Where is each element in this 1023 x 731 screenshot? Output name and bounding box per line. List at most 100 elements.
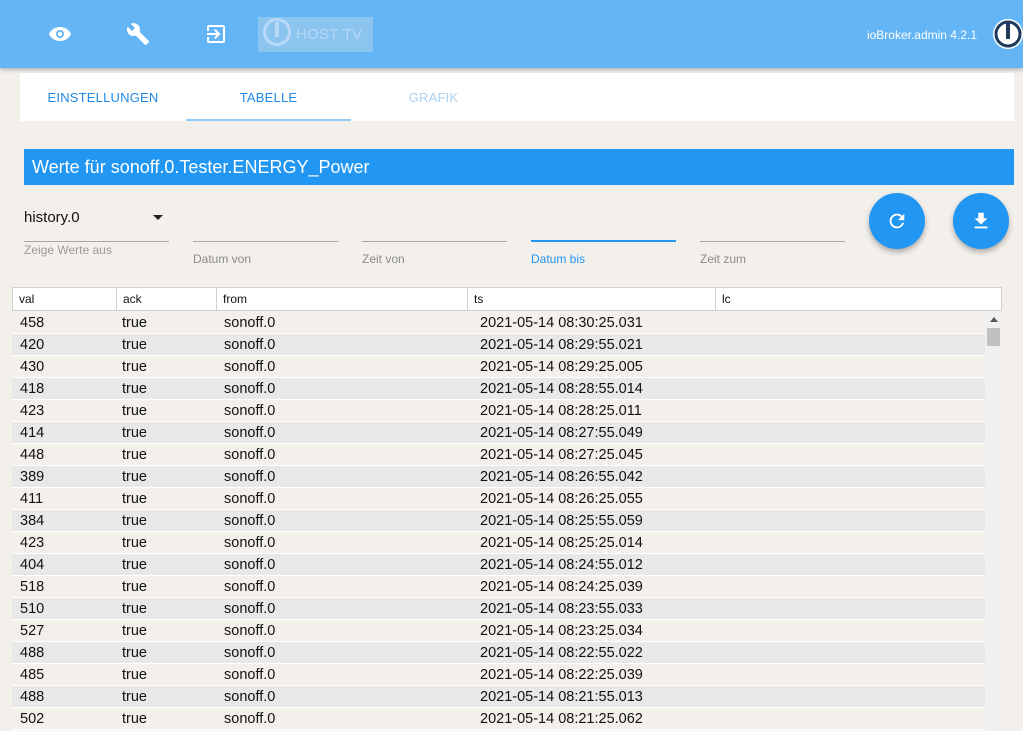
cell-from: sonoff.0 <box>224 535 276 551</box>
cell-ack: true <box>122 579 147 595</box>
table-row[interactable]: 502 true sonoff.0 2021-05-14 08:21:25.062 <box>12 708 985 730</box>
time-to-label: Zeit zum <box>700 252 747 266</box>
time-to-field[interactable] <box>700 200 845 242</box>
cell-ack: true <box>122 535 147 551</box>
version-label: ioBroker.admin 4.2.1 <box>866 28 977 42</box>
cell-from: sonoff.0 <box>224 491 276 507</box>
column-header-lc[interactable]: lc <box>716 288 1001 310</box>
table-row[interactable]: 488 true sonoff.0 2021-05-14 08:21:55.013 <box>12 686 985 708</box>
cell-lc <box>715 664 985 685</box>
host-label: HOST TV <box>296 26 363 43</box>
table-row[interactable]: 485 true sonoff.0 2021-05-14 08:22:25.039 <box>12 664 985 686</box>
table-row[interactable]: 488 true sonoff.0 2021-05-14 08:22:55.022 <box>12 642 985 664</box>
wrench-icon[interactable] <box>121 17 155 51</box>
tab-graph[interactable]: GRAFIK <box>351 73 516 121</box>
cell-from: sonoff.0 <box>224 359 276 375</box>
cell-lc <box>715 422 985 443</box>
date-from-field[interactable] <box>193 200 338 242</box>
table-row[interactable]: 510 true sonoff.0 2021-05-14 08:23:55.033 <box>12 598 985 620</box>
cell-val: 420 <box>20 337 45 353</box>
table-header: val ack from ts lc <box>12 287 1002 311</box>
cell-ts: 2021-05-14 08:25:25.014 <box>480 535 643 551</box>
cell-from: sonoff.0 <box>224 315 276 331</box>
cell-ts: 2021-05-14 08:22:55.022 <box>480 645 643 661</box>
cell-lc <box>715 532 985 553</box>
scroll-up-icon[interactable] <box>990 317 998 322</box>
column-header-ack[interactable]: ack <box>117 288 217 310</box>
tab-settings[interactable]: EINSTELLUNGEN <box>20 73 186 121</box>
cell-ts: 2021-05-14 08:27:25.045 <box>480 447 643 463</box>
table-scrollbar[interactable] <box>985 312 1002 731</box>
cell-ack: true <box>122 315 147 331</box>
cell-lc <box>715 400 985 421</box>
tab-bar: EINSTELLUNGEN TABELLE GRAFIK <box>20 73 1014 121</box>
cell-lc <box>715 488 985 509</box>
cell-from: sonoff.0 <box>224 711 276 727</box>
column-header-from[interactable]: from <box>217 288 468 310</box>
table-row[interactable]: 458 true sonoff.0 2021-05-14 08:30:25.031 <box>12 312 985 334</box>
instance-select-label: Zeige Werte aus <box>24 243 112 257</box>
cell-from: sonoff.0 <box>224 403 276 419</box>
refresh-button[interactable] <box>869 193 925 249</box>
cell-from: sonoff.0 <box>224 381 276 397</box>
cell-ts: 2021-05-14 08:24:25.039 <box>480 579 643 595</box>
table-row[interactable]: 389 true sonoff.0 2021-05-14 08:26:55.042 <box>12 466 985 488</box>
instance-select[interactable]: history.0 <box>24 206 169 242</box>
host-selector-button[interactable]: HOST TV <box>258 17 373 52</box>
time-from-field[interactable] <box>362 200 507 242</box>
cell-from: sonoff.0 <box>224 425 276 441</box>
cell-from: sonoff.0 <box>224 557 276 573</box>
cell-ts: 2021-05-14 08:25:55.059 <box>480 513 643 529</box>
cell-ts: 2021-05-14 08:28:55.014 <box>480 381 643 397</box>
download-button[interactable] <box>953 193 1009 249</box>
table-row[interactable]: 423 true sonoff.0 2021-05-14 08:25:25.014 <box>12 532 985 554</box>
cell-from: sonoff.0 <box>224 623 276 639</box>
cell-lc <box>715 620 985 641</box>
logout-icon[interactable] <box>199 17 233 51</box>
table-row[interactable]: 418 true sonoff.0 2021-05-14 08:28:55.014 <box>12 378 985 400</box>
cell-lc <box>715 576 985 597</box>
cell-lc <box>715 312 985 333</box>
cell-ts: 2021-05-14 08:22:25.039 <box>480 667 643 683</box>
page-title: Werte für sonoff.0.Tester.ENERGY_Power <box>24 149 1014 185</box>
table-row[interactable]: 420 true sonoff.0 2021-05-14 08:29:55.021 <box>12 334 985 356</box>
tab-table[interactable]: TABELLE <box>186 73 351 121</box>
date-to-label: Datum bis <box>531 252 586 266</box>
table-row[interactable]: 423 true sonoff.0 2021-05-14 08:28:25.011 <box>12 400 985 422</box>
cell-lc <box>715 708 985 729</box>
cell-ts: 2021-05-14 08:23:25.034 <box>480 623 643 639</box>
cell-ack: true <box>122 623 147 639</box>
column-header-ts[interactable]: ts <box>468 288 716 310</box>
table-row[interactable]: 448 true sonoff.0 2021-05-14 08:27:25.045 <box>12 444 985 466</box>
table-row[interactable]: 384 true sonoff.0 2021-05-14 08:25:55.059 <box>12 510 985 532</box>
scrollbar-thumb[interactable] <box>987 328 1000 346</box>
cell-ack: true <box>122 689 147 705</box>
cell-lc <box>715 642 985 663</box>
cell-lc <box>715 466 985 487</box>
cell-lc <box>715 444 985 465</box>
table-row[interactable]: 518 true sonoff.0 2021-05-14 08:24:25.039 <box>12 576 985 598</box>
table-row[interactable]: 411 true sonoff.0 2021-05-14 08:26:25.055 <box>12 488 985 510</box>
column-header-val[interactable]: val <box>13 288 117 310</box>
cell-ack: true <box>122 447 147 463</box>
cell-from: sonoff.0 <box>224 689 276 705</box>
table-row[interactable]: 414 true sonoff.0 2021-05-14 08:27:55.049 <box>12 422 985 444</box>
cell-lc <box>715 378 985 399</box>
table-row[interactable]: 430 true sonoff.0 2021-05-14 08:29:25.005 <box>12 356 985 378</box>
cell-ack: true <box>122 557 147 573</box>
cell-val: 389 <box>20 469 45 485</box>
cell-ts: 2021-05-14 08:23:55.033 <box>480 601 643 617</box>
cell-ack: true <box>122 711 147 727</box>
cell-val: 502 <box>20 711 45 727</box>
cell-ack: true <box>122 359 147 375</box>
date-to-field[interactable] <box>531 200 676 242</box>
eye-icon[interactable] <box>43 17 77 51</box>
cell-from: sonoff.0 <box>224 513 276 529</box>
cell-from: sonoff.0 <box>224 337 276 353</box>
table-row[interactable]: 527 true sonoff.0 2021-05-14 08:23:25.034 <box>12 620 985 642</box>
table-row[interactable]: 404 true sonoff.0 2021-05-14 08:24:55.012 <box>12 554 985 576</box>
cell-ack: true <box>122 513 147 529</box>
cell-ts: 2021-05-14 08:29:55.021 <box>480 337 643 353</box>
cell-val: 488 <box>20 645 45 661</box>
cell-lc <box>715 510 985 531</box>
